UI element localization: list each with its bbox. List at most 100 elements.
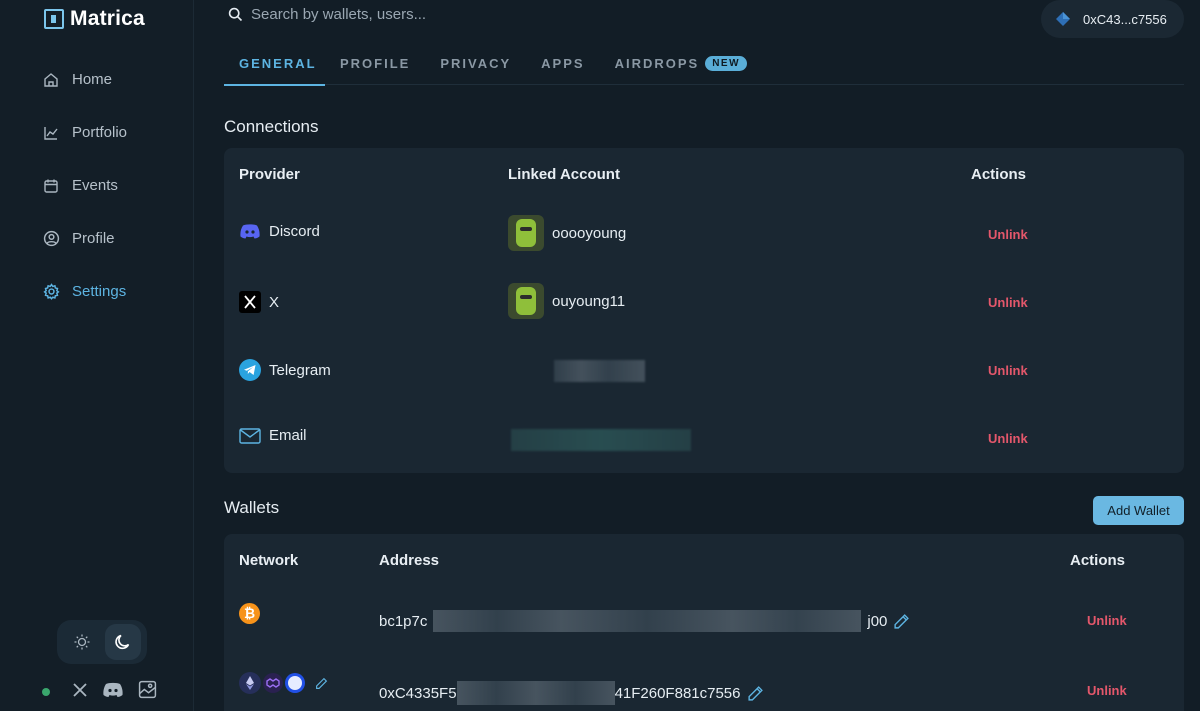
app-name: Matrica: [70, 7, 145, 30]
search-bar: [228, 6, 511, 23]
column-header-provider: Provider: [239, 166, 300, 183]
sun-icon: [74, 634, 89, 650]
base-icon: [285, 673, 305, 693]
provider-cell: X: [239, 291, 279, 313]
tab-label: APPS: [541, 56, 585, 71]
column-header-linked-account: Linked Account: [508, 166, 620, 183]
unlink-telegram-button[interactable]: Unlink: [988, 363, 1028, 378]
provider-name: Discord: [269, 223, 320, 240]
network-icons: [239, 672, 328, 694]
table-row: Email Unlink: [224, 405, 1184, 473]
app-logo[interactable]: Matrica: [44, 7, 145, 31]
provider-cell: Discord: [239, 223, 320, 240]
sidebar-footer: [42, 680, 157, 704]
column-header-address: Address: [379, 552, 440, 569]
provider-name: Email: [269, 427, 307, 444]
tab-label: PROFILE: [340, 56, 411, 71]
connected-wallet-button[interactable]: 0xC43...c7556: [1041, 0, 1184, 38]
avatar: [508, 215, 544, 251]
linked-account-name: ouyoung11: [552, 292, 626, 310]
wallet-address-cell: 0xC4335F5 41F260F881c7556: [379, 681, 764, 705]
address-prefix: 0xC4335F5: [379, 684, 457, 702]
theme-toggle: [57, 620, 147, 664]
home-icon: [42, 71, 60, 89]
sidebar-item-profile[interactable]: Profile: [0, 212, 194, 265]
linked-account-cell: ooooyoung: [508, 215, 626, 251]
wallets-title: Wallets: [224, 498, 280, 517]
svg-text:₿: ₿: [244, 606, 255, 621]
provider-name: Telegram: [269, 361, 331, 379]
polygon-icon: [263, 673, 283, 693]
tab-label: PRIVACY: [440, 56, 512, 71]
redacted-address: [433, 610, 862, 632]
sidebar-item-label: Events: [72, 177, 118, 194]
avatar: [508, 283, 544, 319]
chart-icon: [42, 124, 60, 142]
ethereum-icon: [239, 672, 261, 694]
sidebar-item-portfolio[interactable]: Portfolio: [0, 106, 194, 159]
tab-profile[interactable]: PROFILE: [325, 42, 425, 85]
tab-label: GENERAL: [239, 56, 317, 71]
sidebar-item-home[interactable]: Home: [0, 53, 194, 106]
address-prefix: bc1p7c: [379, 612, 428, 630]
linked-account-cell: ouyoung11: [508, 283, 625, 319]
table-row: Telegram Unlink: [224, 337, 1184, 405]
tab-privacy[interactable]: PRIVACY: [425, 42, 526, 85]
light-mode-button[interactable]: [64, 624, 100, 660]
unlink-email-button[interactable]: Unlink: [988, 431, 1028, 446]
tab-airdrops[interactable]: AIRDROPS NEW: [600, 42, 762, 85]
unlink-bitcoin-wallet-button[interactable]: Unlink: [1087, 613, 1127, 628]
edit-networks-icon[interactable]: [315, 677, 328, 690]
wallet-diamond-icon: [1056, 12, 1070, 26]
edit-icon[interactable]: [747, 685, 764, 702]
column-header-network: Network: [239, 552, 299, 569]
edit-icon[interactable]: [893, 613, 910, 630]
table-row: X ouyoung11 Unlink: [224, 269, 1184, 337]
discord-icon[interactable]: [102, 682, 124, 703]
gallery-icon[interactable]: [138, 680, 157, 704]
unlink-discord-button[interactable]: Unlink: [988, 227, 1028, 242]
x-icon: [239, 291, 261, 313]
search-input[interactable]: [251, 6, 511, 23]
sidebar-item-label: Home: [72, 71, 113, 88]
gear-icon: [42, 283, 60, 301]
sidebar-item-settings[interactable]: Settings: [0, 265, 194, 318]
connections-title: Connections: [224, 117, 319, 136]
sidebar: Matrica Home Portfolio Events Profile Se…: [0, 0, 194, 711]
sidebar-item-label: Profile: [72, 230, 115, 247]
table-row: 0xC4335F5 41F260F881c7556 Unlink: [224, 656, 1184, 711]
sidebar-item-label: Settings: [72, 283, 127, 300]
provider-cell: Email: [239, 427, 307, 444]
wallet-address: 0xC43...c7556: [1083, 11, 1167, 27]
user-circle-icon: [42, 230, 60, 248]
unlink-evm-wallet-button[interactable]: Unlink: [1087, 683, 1127, 698]
provider-name: X: [269, 293, 280, 311]
connections-table: Provider Linked Account Actions Discord …: [224, 148, 1184, 473]
provider-cell: Telegram: [239, 359, 331, 381]
wallets-table: Network Address Actions ₿ bc1p7c j00 Unl…: [224, 534, 1184, 711]
matrica-logo-icon: [44, 9, 64, 29]
tab-general[interactable]: GENERAL: [224, 42, 325, 86]
settings-tabs: GENERAL PROFILE PRIVACY APPS AIRDROPS NEW: [224, 42, 1184, 86]
column-header-actions: Actions: [971, 166, 1027, 183]
wallet-address-cell: bc1p7c j00: [379, 610, 910, 632]
table-row: Discord ooooyoung Unlink: [224, 201, 1184, 269]
x-icon[interactable]: [72, 682, 88, 703]
new-badge: NEW: [705, 56, 748, 71]
sidebar-item-events[interactable]: Events: [0, 159, 194, 212]
search-icon: [228, 7, 243, 22]
add-wallet-button[interactable]: Add Wallet: [1093, 496, 1184, 525]
unlink-x-button[interactable]: Unlink: [988, 295, 1028, 310]
redacted-account: [554, 360, 645, 382]
status-indicator: [42, 688, 50, 696]
redacted-email: [511, 429, 691, 451]
sidebar-item-label: Portfolio: [72, 124, 128, 141]
sidebar-nav: Home Portfolio Events Profile Settings: [0, 53, 194, 318]
telegram-icon: [239, 359, 261, 381]
discord-icon: [240, 224, 260, 239]
dark-mode-button[interactable]: [104, 624, 141, 660]
tab-apps[interactable]: APPS: [526, 42, 599, 85]
mail-icon: [239, 427, 261, 444]
column-header-actions: Actions: [1070, 552, 1126, 569]
redacted-address: [456, 681, 615, 705]
